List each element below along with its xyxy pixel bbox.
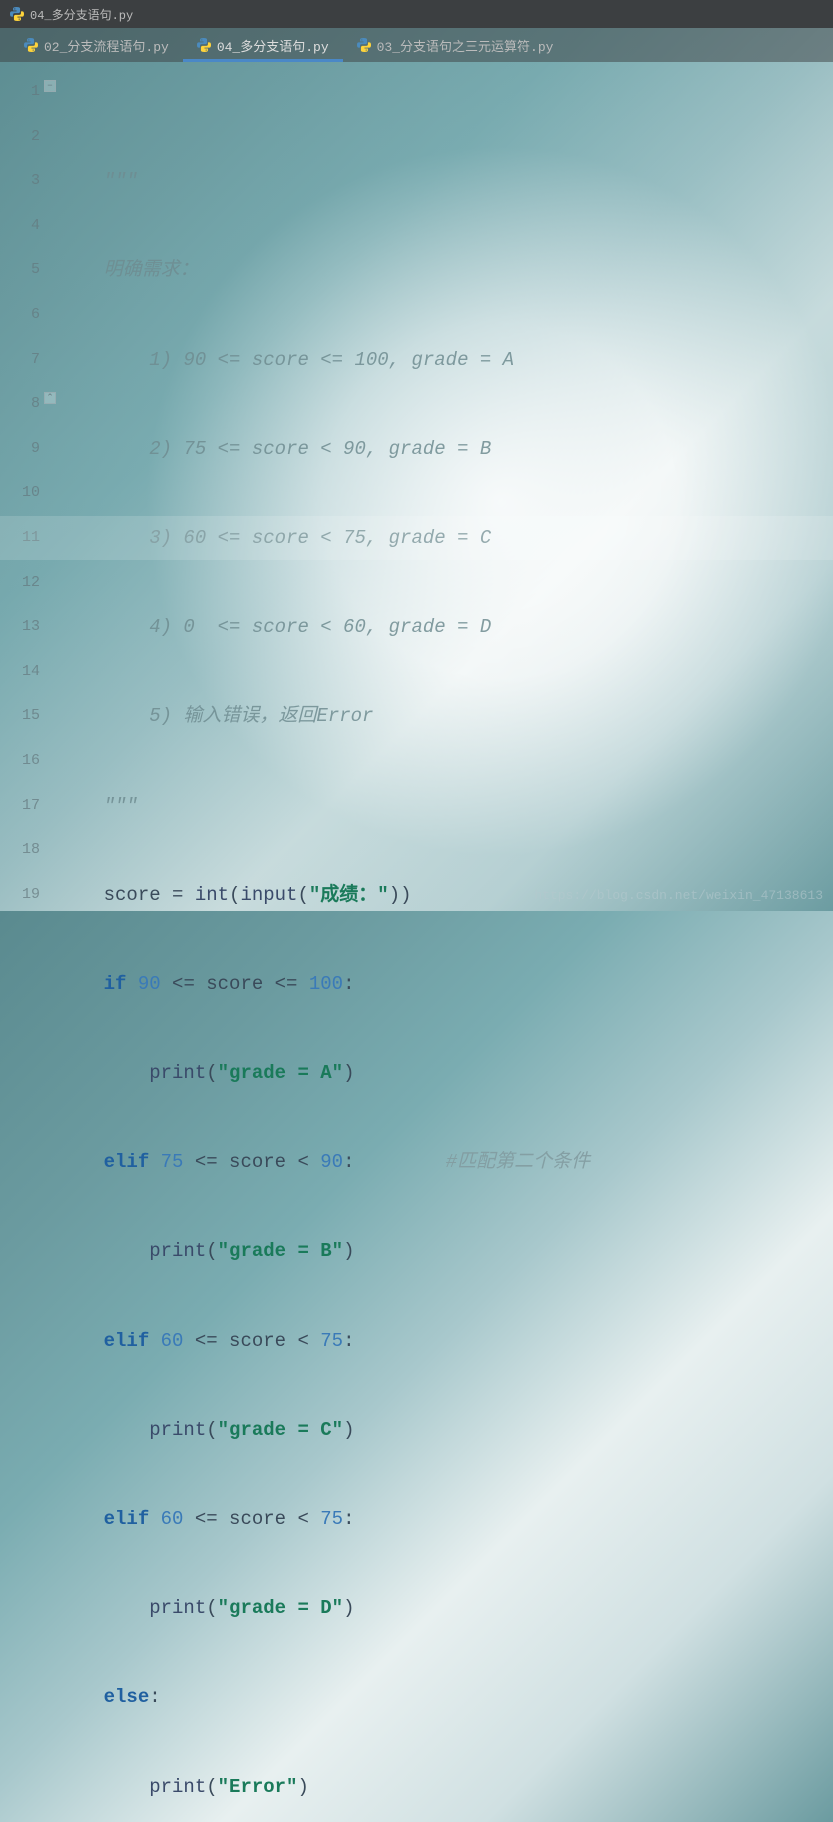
line-num: 3 — [0, 159, 40, 204]
title-bar: 04_多分支语句.py — [0, 0, 833, 28]
code-line: """ — [58, 784, 833, 829]
line-gutter: 1 2 3 4 5 6 7 8 9 10 11 12 13 14 15 16 1… — [0, 62, 58, 911]
line-num: 5 — [0, 248, 40, 293]
code-line: 明确需求： — [58, 248, 833, 293]
line-num: 18 — [0, 828, 40, 873]
code-line: 5) 输入错误，返回Error — [58, 694, 833, 739]
line-num: 11 — [0, 516, 40, 561]
code-line: print("grade = C") — [58, 1408, 833, 1453]
code-line: """ — [58, 159, 833, 204]
line-num: 14 — [0, 650, 40, 695]
line-num: 15 — [0, 694, 40, 739]
tab-label: 03_分支语句之三元运算符.py — [377, 36, 554, 55]
tab-label: 02_分支流程语句.py — [44, 36, 169, 55]
tab-label: 04_多分支语句.py — [217, 36, 329, 55]
code-editor[interactable]: 1 2 3 4 5 6 7 8 9 10 11 12 13 14 15 16 1… — [0, 62, 833, 911]
python-icon — [197, 38, 211, 52]
python-icon — [24, 38, 38, 52]
code-line: elif 60 <= score < 75: — [58, 1497, 833, 1542]
code-line: print("grade = A") — [58, 1051, 833, 1096]
line-num: 6 — [0, 293, 40, 338]
code-line: if 90 <= score <= 100: — [58, 962, 833, 1007]
code-line: else: — [58, 1675, 833, 1720]
fold-close-icon[interactable]: ⌃ — [44, 392, 56, 404]
line-num: 13 — [0, 605, 40, 650]
python-icon — [357, 38, 371, 52]
editor-tabs: 02_分支流程语句.py 04_多分支语句.py 03_分支语句之三元运算符.p… — [0, 28, 833, 62]
code-line: print("Error") — [58, 1765, 833, 1810]
fold-open-icon[interactable]: − — [44, 80, 56, 92]
tab-03[interactable]: 03_分支语句之三元运算符.py — [343, 28, 568, 62]
code-line: print("grade = D") — [58, 1586, 833, 1631]
line-num: 16 — [0, 739, 40, 784]
line-num: 1 — [0, 70, 40, 115]
line-num: 9 — [0, 427, 40, 472]
line-num: 2 — [0, 115, 40, 160]
code-line: elif 60 <= score < 75: — [58, 1319, 833, 1364]
tab-04[interactable]: 04_多分支语句.py — [183, 28, 343, 62]
line-num: 17 — [0, 784, 40, 829]
code-line: 1) 90 <= score <= 100, grade = A — [58, 338, 833, 383]
code-line: print("grade = B") — [58, 1229, 833, 1274]
python-icon — [10, 7, 24, 21]
code-area[interactable]: """ 明确需求： 1) 90 <= score <= 100, grade =… — [58, 62, 833, 911]
watermark-text: https://blog.csdn.net/weixin_47138613 — [534, 888, 823, 903]
code-line: 4) 0 <= score < 60, grade = D — [58, 605, 833, 650]
code-line: 3) 60 <= score < 75, grade = C — [58, 516, 833, 561]
tab-02[interactable]: 02_分支流程语句.py — [10, 28, 183, 62]
line-num: 12 — [0, 561, 40, 606]
line-num: 7 — [0, 338, 40, 383]
line-num: 8 — [0, 382, 40, 427]
title-filename: 04_多分支语句.py — [30, 6, 133, 23]
code-line: elif 75 <= score < 90: #匹配第二个条件 — [58, 1140, 833, 1185]
line-num: 4 — [0, 204, 40, 249]
code-line: 2) 75 <= score < 90, grade = B — [58, 427, 833, 472]
line-num: 10 — [0, 471, 40, 516]
